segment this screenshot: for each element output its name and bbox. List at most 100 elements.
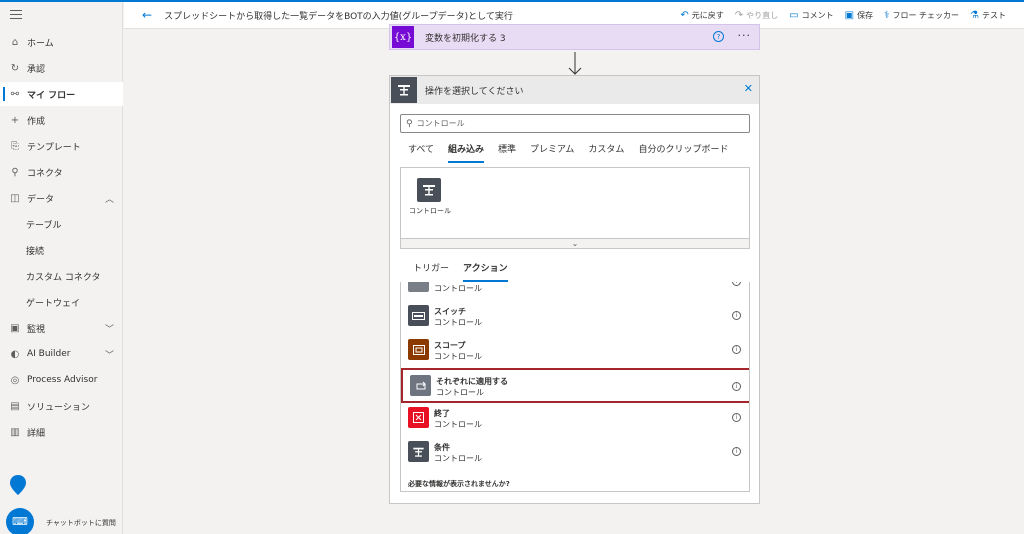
test-button[interactable]: ⚗ テスト xyxy=(970,10,1006,21)
tab-my-clipboard[interactable]: 自分のクリップボード xyxy=(638,142,728,163)
info-icon[interactable]: i xyxy=(732,282,741,286)
nav-my-flows[interactable]: ⚯ マイ フロー xyxy=(0,82,123,106)
nav-label: AI Builder xyxy=(27,349,71,359)
info-icon[interactable]: i xyxy=(732,447,741,456)
nav-connectors[interactable]: ⚲ コネクタ xyxy=(0,160,123,184)
close-icon[interactable]: ✕ xyxy=(744,82,753,95)
undo-button[interactable]: ↶ 元に戻す xyxy=(680,10,723,21)
undo-icon: ↶ xyxy=(680,10,689,21)
info-icon[interactable]: i xyxy=(732,413,741,422)
category-tabs: すべて 組み込み 標準 プレミアム カスタム 自分のクリップボード xyxy=(408,142,742,163)
redo-button[interactable]: ↷ やり直し xyxy=(735,10,778,21)
nav-ai-builder[interactable]: ◐ AI Builder ﹀ xyxy=(0,342,123,366)
tab-standard[interactable]: 標準 xyxy=(498,142,516,163)
nav-gateways[interactable]: ゲートウェイ xyxy=(0,290,123,314)
nav-tables[interactable]: テーブル xyxy=(0,212,123,236)
terminate-icon xyxy=(408,407,429,428)
missing-info-link[interactable]: 必要な情報が表示されませんか? xyxy=(408,479,510,489)
nav-label: ゲートウェイ xyxy=(26,298,81,309)
nav-solutions[interactable]: ▤ ソリューション xyxy=(0,394,123,418)
control-icon xyxy=(408,282,429,292)
action-list: コントロール i スイッチ コントロール i スコープ コントロール i それぞ… xyxy=(400,282,750,492)
action-item-apply-to-each[interactable]: それぞれに適用する コントロール i xyxy=(401,368,749,403)
tab-built-in[interactable]: 組み込み xyxy=(448,142,485,163)
nav-label: 承認 xyxy=(27,64,46,75)
tab-premium[interactable]: プレミアム xyxy=(530,142,574,163)
tab-actions[interactable]: アクション xyxy=(463,261,508,282)
save-button[interactable]: ▣ 保存 xyxy=(845,10,873,21)
control-connector-icon[interactable] xyxy=(417,178,441,202)
action-item-switch[interactable]: スイッチ コントロール i xyxy=(401,302,749,332)
hamburger-menu-icon[interactable] xyxy=(10,10,22,20)
comment-icon: ▭ xyxy=(789,10,799,21)
chevron-down-icon: ﹀ xyxy=(104,350,114,361)
trigger-action-tabs: トリガー アクション xyxy=(413,261,522,282)
chatbot-button[interactable]: ⌨ xyxy=(6,508,34,534)
chatbot-label: チャットボットに質問 xyxy=(46,519,116,527)
nav-label: ソリューション xyxy=(27,402,90,413)
initialize-variable-card[interactable]: {x} 変数を初期化する 3 ? ··· xyxy=(389,24,760,50)
action-category: コントロール xyxy=(434,454,482,463)
scope-icon xyxy=(408,339,429,360)
nav-label: 作成 xyxy=(27,116,46,127)
action-category: コントロール xyxy=(434,352,482,361)
nav-approvals[interactable]: ↻ 承認 xyxy=(0,56,123,80)
comment-button[interactable]: ▭ コメント xyxy=(789,10,833,21)
nav-label: テンプレート xyxy=(27,142,81,153)
nav-connections[interactable]: 接続 xyxy=(0,238,123,262)
ai-builder-icon: ◐ xyxy=(10,348,20,360)
condition-icon xyxy=(408,441,429,462)
expand-connectors-bar[interactable]: ⌄ xyxy=(400,238,750,249)
chevron-down-icon: ⌄ xyxy=(571,239,579,248)
undo-label: 元に戻す xyxy=(691,11,724,20)
nav-custom-connectors[interactable]: カスタム コネクタ xyxy=(0,264,123,288)
nav-create[interactable]: + 作成 xyxy=(0,108,123,132)
more-options-icon[interactable]: ··· xyxy=(738,29,752,42)
action-item-condition[interactable]: 条件 コントロール i xyxy=(401,438,749,468)
nav-process-advisor[interactable]: ◎ Process Advisor xyxy=(0,368,123,392)
notification-pin-icon[interactable] xyxy=(9,474,27,496)
info-icon[interactable]: i xyxy=(732,345,741,354)
tab-triggers[interactable]: トリガー xyxy=(413,261,449,282)
tab-all[interactable]: すべて xyxy=(408,142,434,163)
variable-icon: {x} xyxy=(392,26,414,48)
search-input[interactable] xyxy=(416,119,717,128)
save-icon: ▣ xyxy=(844,10,855,21)
action-category: コントロール xyxy=(434,284,482,293)
test-label: テスト xyxy=(982,11,1006,20)
nav-monitor[interactable]: ▣ 監視 ﹀ xyxy=(0,316,123,340)
back-arrow-icon[interactable]: ← xyxy=(142,8,152,22)
nav-label: カスタム コネクタ xyxy=(26,272,101,283)
action-name: スコープ xyxy=(434,341,466,350)
action-item[interactable]: コントロール i xyxy=(401,282,749,298)
nav-data[interactable]: ◫ データ ︿ xyxy=(0,186,123,210)
monitor-icon: ▣ xyxy=(10,322,20,334)
loop-icon xyxy=(410,375,431,396)
action-category: コントロール xyxy=(436,388,484,397)
search-box[interactable]: ⚲ xyxy=(400,114,750,133)
connector-label[interactable]: コントロール xyxy=(409,206,451,216)
nav-label: マイ フロー xyxy=(27,90,76,101)
connector-list: コントロール xyxy=(400,167,750,239)
action-item-terminate[interactable]: 終了 コントロール i xyxy=(401,404,749,434)
chevron-up-icon: ︿ xyxy=(104,194,114,205)
plus-icon: + xyxy=(10,114,20,126)
nav-learn-more[interactable]: ▥ 詳細 xyxy=(0,420,123,444)
nav-templates[interactable]: ⎘ テンプレート xyxy=(0,134,123,158)
help-icon[interactable]: ? xyxy=(713,31,724,42)
tab-custom[interactable]: カスタム xyxy=(588,142,624,163)
control-icon xyxy=(391,77,417,103)
action-item-scope[interactable]: スコープ コントロール i xyxy=(401,336,749,366)
home-icon: ⌂ xyxy=(11,36,19,48)
chevron-down-icon: ﹀ xyxy=(104,324,114,335)
info-icon[interactable]: i xyxy=(732,311,741,320)
solutions-icon: ▤ xyxy=(10,400,20,412)
nav-home[interactable]: ⌂ ホーム xyxy=(0,30,123,54)
search-icon: ⚲ xyxy=(406,118,413,129)
info-icon[interactable]: i xyxy=(732,382,741,391)
flow-title: スプレッドシートから取得した一覧データをBOTの入力値(グループデータ)として実… xyxy=(164,11,513,22)
left-navigation: ⌂ ホーム ↻ 承認 ⚯ マイ フロー + 作成 ⎘ テンプレート ⚲ コネクタ… xyxy=(0,2,123,534)
flow-checker-button[interactable]: ⚕ フロー チェッカー xyxy=(884,10,959,21)
nav-label: Process Advisor xyxy=(27,375,98,385)
connector-icon: ⚲ xyxy=(11,166,19,178)
